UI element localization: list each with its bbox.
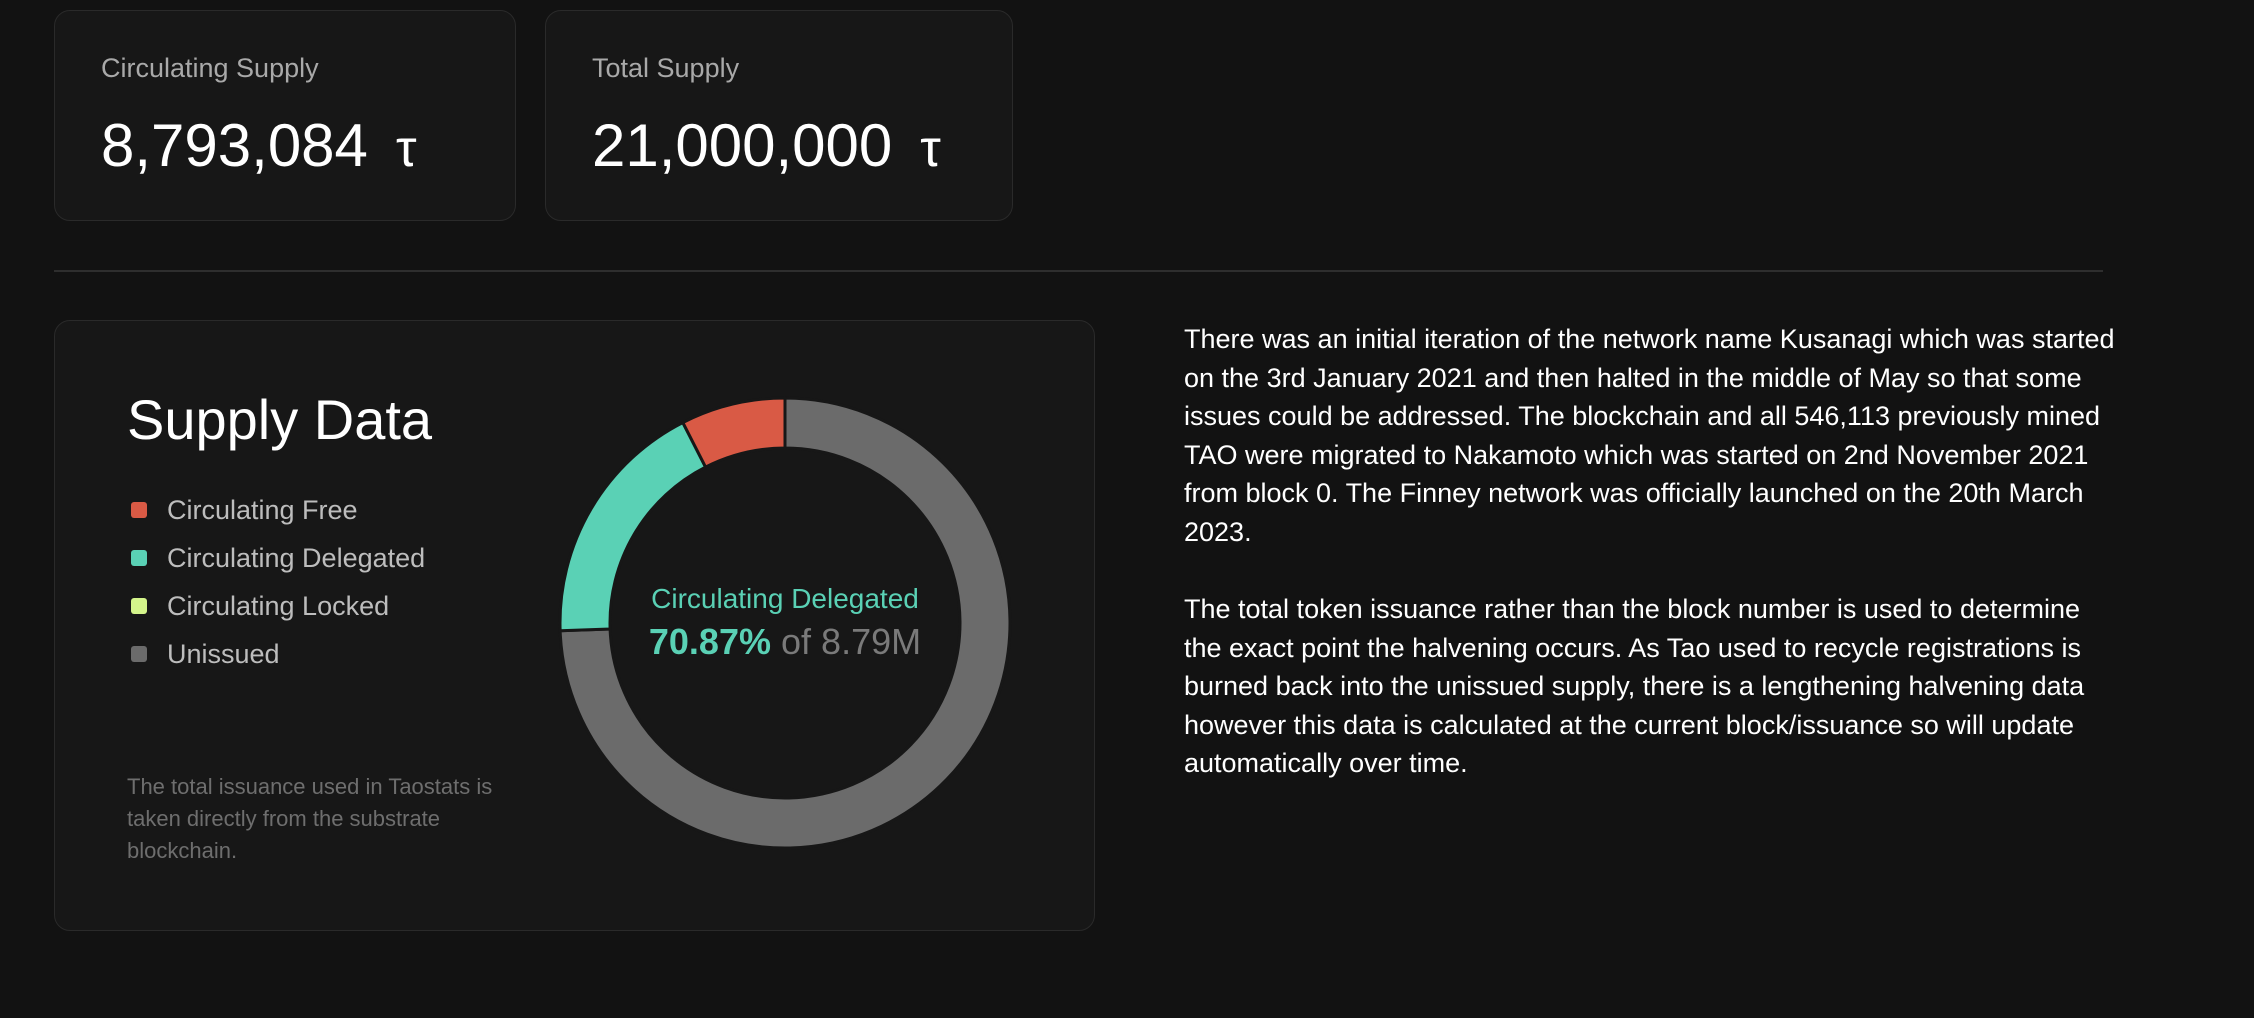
legend-label: Unissued	[167, 638, 280, 669]
total-supply-label: Total Supply	[592, 53, 740, 83]
total-supply-value: 21,000,000 τ	[592, 111, 941, 180]
description-paragraph: The total token issuance rather than the…	[1184, 594, 2085, 778]
circulating-supply-card: Circulating Supply 8,793,084 τ	[54, 10, 516, 221]
circulating-supply-value: 8,793,084 τ	[101, 111, 416, 180]
legend-item-unissued[interactable]: Unissued	[131, 630, 425, 678]
legend-item-circulating-free[interactable]: Circulating Free	[131, 486, 425, 534]
donut-center-label: Circulating Delegated	[651, 583, 919, 614]
tao-symbol-icon: τ	[395, 120, 417, 178]
legend-swatch	[131, 646, 147, 662]
donut-center-value: 70.87% of 8.79M	[555, 621, 1015, 663]
legend-swatch	[131, 598, 147, 614]
circulating-supply-label: Circulating Supply	[101, 53, 319, 83]
tao-symbol-icon: τ	[920, 120, 941, 178]
donut-center-percent: 70.87%	[648, 621, 771, 662]
supply-page: Circulating Supply 8,793,084 τ Total Supp…	[0, 0, 2254, 1018]
description-paragraph: There was an initial iteration of the ne…	[1184, 324, 2115, 547]
legend-item-circulating-locked[interactable]: Circulating Locked	[131, 582, 425, 630]
legend-swatch	[131, 502, 147, 518]
chart-legend: Circulating Free Circulating Delegated C…	[131, 486, 425, 678]
donut-center-total: of 8.79M	[781, 621, 922, 662]
supply-data-card: Supply Data Circulating Free Circulating…	[54, 320, 1095, 931]
section-divider	[54, 270, 2103, 272]
legend-swatch	[131, 550, 147, 566]
circulating-supply-amount: 8,793,084	[101, 112, 368, 179]
legend-item-circulating-delegated[interactable]: Circulating Delegated	[131, 534, 425, 582]
issuance-footnote: The total issuance used in Taostats is t…	[127, 774, 493, 863]
donut-center-readout: Circulating Delegated 70.87% of 8.79M	[555, 583, 1015, 663]
total-supply-amount: 21,000,000	[592, 112, 893, 179]
total-supply-card: Total Supply 21,000,000 τ	[545, 10, 1013, 221]
legend-label: Circulating Delegated	[167, 542, 426, 573]
legend-label: Circulating Locked	[167, 590, 390, 621]
supply-description: There was an initial iteration of the ne…	[1184, 320, 2124, 822]
supply-data-title: Supply Data	[127, 388, 433, 451]
legend-label: Circulating Free	[167, 494, 358, 525]
